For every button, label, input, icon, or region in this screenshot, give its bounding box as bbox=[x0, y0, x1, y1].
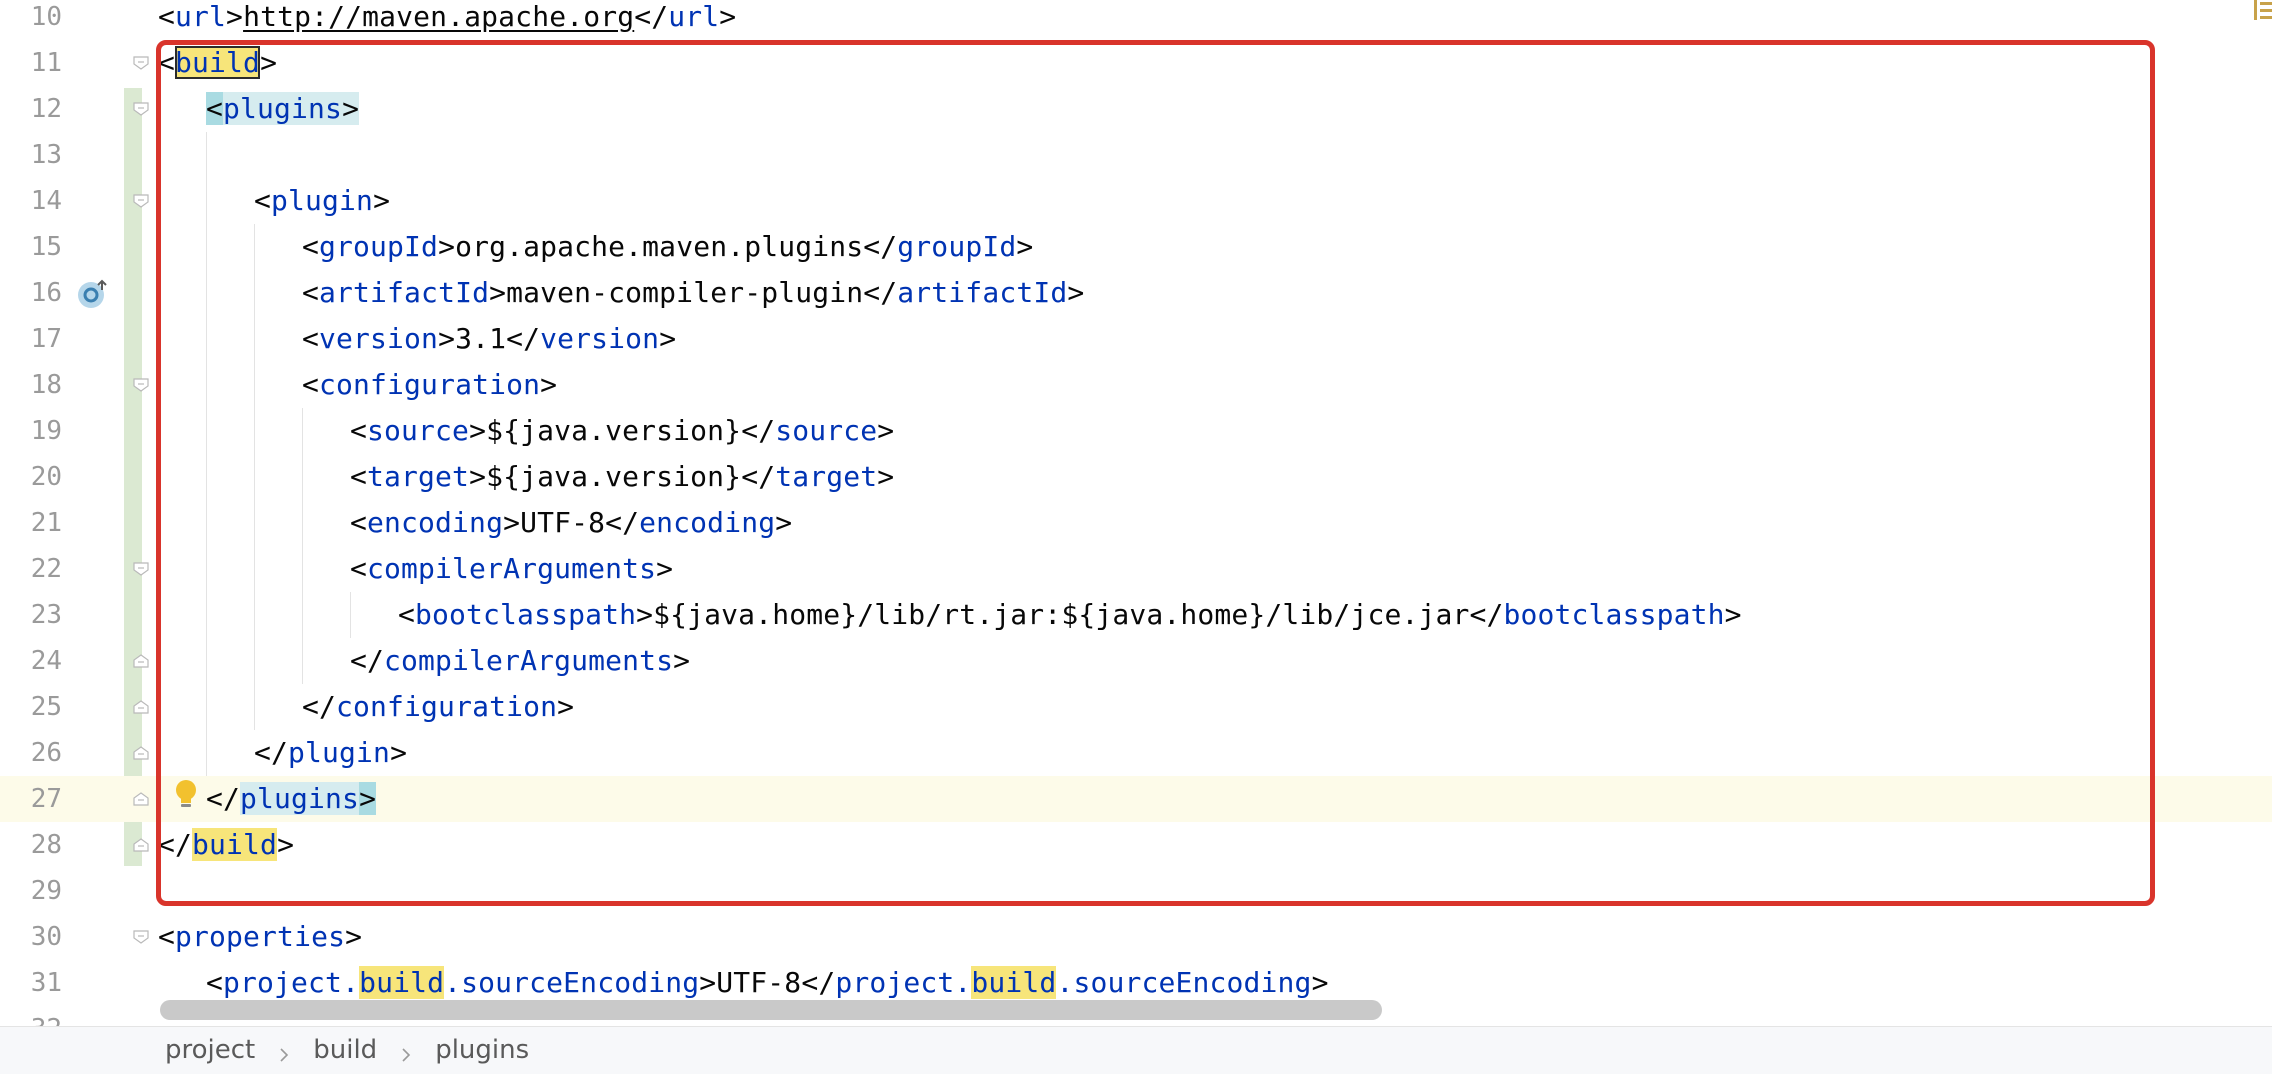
code-token: > bbox=[699, 966, 717, 999]
chevron-right-icon bbox=[397, 1041, 415, 1062]
breadcrumb-plugins[interactable]: plugins bbox=[435, 1035, 529, 1065]
xml-tag-name: url bbox=[668, 0, 720, 33]
line-number[interactable]: 16 bbox=[0, 280, 62, 306]
fold-open-icon[interactable] bbox=[133, 562, 149, 576]
fold-close-icon[interactable] bbox=[133, 700, 149, 714]
code-token: < bbox=[158, 920, 176, 953]
line-number[interactable]: 13 bbox=[0, 142, 62, 168]
line-number[interactable]: 22 bbox=[0, 556, 62, 582]
horizontal-scrollbar[interactable] bbox=[160, 1000, 1382, 1020]
fold-close-icon[interactable] bbox=[133, 654, 149, 668]
fold-open-icon[interactable] bbox=[133, 930, 149, 944]
line-number[interactable]: 19 bbox=[0, 418, 62, 444]
line-number[interactable]: 32 bbox=[0, 1016, 62, 1026]
fold-open-icon[interactable] bbox=[133, 378, 149, 392]
breadcrumb-build[interactable]: build bbox=[313, 1035, 377, 1065]
code-token: > bbox=[345, 920, 363, 953]
xml-tag-name: .sourceEncoding bbox=[1056, 966, 1312, 999]
code-text[interactable]: <properties> bbox=[158, 914, 362, 960]
fold-open-icon[interactable] bbox=[133, 102, 149, 116]
xml-tag-name: build bbox=[971, 966, 1057, 999]
line-number[interactable]: 18 bbox=[0, 372, 62, 398]
xml-tag-name: .sourceEncoding bbox=[444, 966, 700, 999]
code-token: > bbox=[719, 0, 737, 33]
line-number[interactable]: 23 bbox=[0, 602, 62, 628]
xml-tag-name: project. bbox=[223, 966, 360, 999]
fold-close-icon[interactable] bbox=[133, 746, 149, 760]
line-number[interactable]: 20 bbox=[0, 464, 62, 490]
code-text[interactable]: <url>http://maven.apache.org</url> bbox=[158, 0, 736, 40]
code-token: </ bbox=[801, 966, 836, 999]
line-number[interactable]: 24 bbox=[0, 648, 62, 674]
code-token: < bbox=[158, 0, 176, 33]
line-number[interactable]: 12 bbox=[0, 96, 62, 122]
xml-tag-name: properties bbox=[175, 920, 346, 953]
line-number[interactable]: 17 bbox=[0, 326, 62, 352]
line-number[interactable]: 25 bbox=[0, 694, 62, 720]
line-number[interactable]: 14 bbox=[0, 188, 62, 214]
line-number[interactable]: 30 bbox=[0, 924, 62, 950]
line-number[interactable]: 15 bbox=[0, 234, 62, 260]
fold-close-icon[interactable] bbox=[133, 838, 149, 852]
chevron-right-icon bbox=[275, 1041, 293, 1062]
xml-tag-name: project. bbox=[835, 966, 972, 999]
fold-close-icon[interactable] bbox=[133, 792, 149, 806]
line-number[interactable]: 26 bbox=[0, 740, 62, 766]
xml-tag-name: build bbox=[359, 966, 445, 999]
code-token: </ bbox=[634, 0, 669, 33]
line-number[interactable]: 31 bbox=[0, 970, 62, 996]
fold-open-icon[interactable] bbox=[133, 56, 149, 70]
line-number[interactable]: 29 bbox=[0, 878, 62, 904]
code-token: UTF-8 bbox=[716, 966, 802, 999]
line-number[interactable]: 21 bbox=[0, 510, 62, 536]
code-token: > bbox=[1311, 966, 1329, 999]
code-token: > bbox=[226, 0, 244, 33]
code-line[interactable]: 10 <url>http://maven.apache.org</url> bbox=[0, 0, 2272, 40]
line-number[interactable]: 27 bbox=[0, 786, 62, 812]
line-number[interactable]: 28 bbox=[0, 832, 62, 858]
line-number[interactable]: 10 bbox=[0, 4, 62, 30]
code-editor[interactable]: 10 <url>http://maven.apache.org</url> 11 <b… bbox=[0, 0, 2272, 1026]
navigation-bar: project build plugins bbox=[0, 1026, 2272, 1074]
code-token: http://maven.apache.org bbox=[243, 0, 635, 33]
highlight-selection-box bbox=[156, 40, 2155, 906]
scroll-position-marker[interactable] bbox=[2240, 0, 2272, 22]
code-line[interactable]: 30 <properties> bbox=[0, 914, 2272, 960]
xml-tag-name: url bbox=[175, 0, 227, 33]
override-method-icon[interactable] bbox=[75, 277, 111, 317]
line-number[interactable]: 11 bbox=[0, 50, 62, 76]
fold-open-icon[interactable] bbox=[133, 194, 149, 208]
breadcrumb: project build plugins bbox=[165, 1035, 529, 1065]
breadcrumb-project[interactable]: project bbox=[165, 1035, 255, 1065]
code-token: < bbox=[206, 966, 224, 999]
